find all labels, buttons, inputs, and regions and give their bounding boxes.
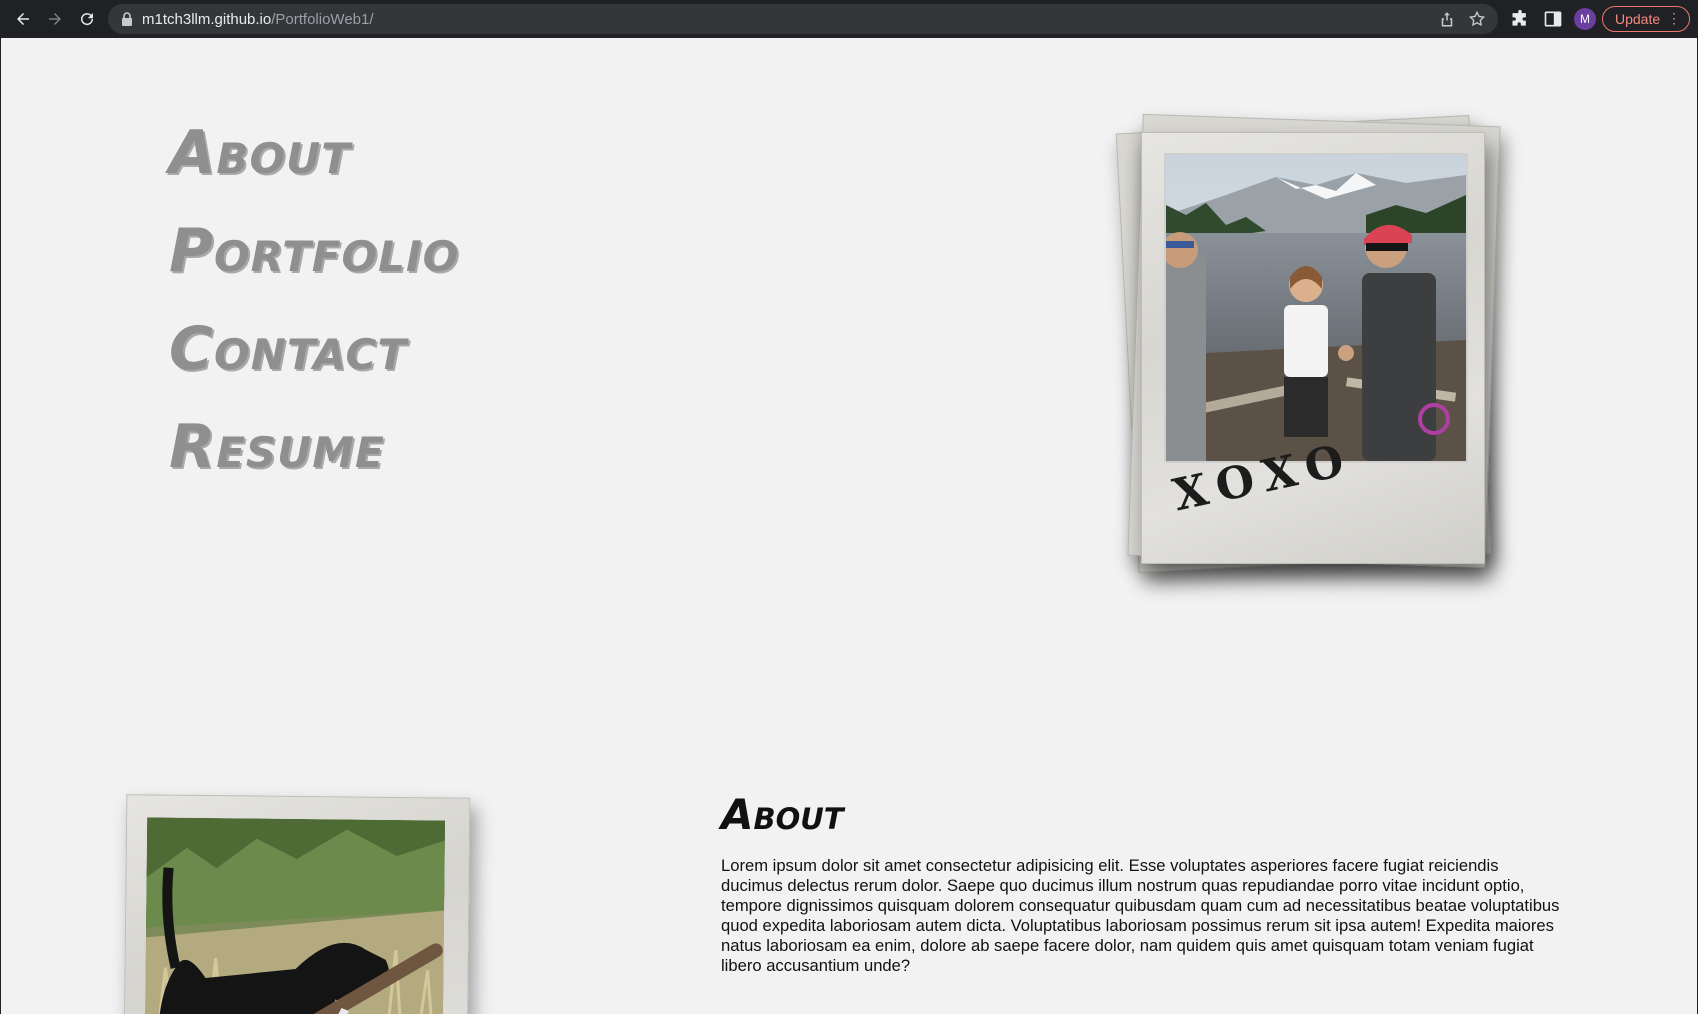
browser-toolbar: m1tch3llm.github.io/PortfolioWeb1/ M Upd… [0, 0, 1698, 39]
about-photo [144, 817, 446, 1014]
star-icon[interactable] [1468, 10, 1486, 28]
about-polaroid [123, 794, 471, 1014]
update-button[interactable]: Update ⋮ [1602, 6, 1690, 32]
dog-with-stick-image [144, 817, 446, 1014]
update-label: Update [1615, 11, 1661, 27]
address-bar[interactable]: m1tch3llm.github.io/PortfolioWeb1/ [108, 4, 1498, 34]
nav-about-link[interactable]: About [169, 118, 351, 188]
side-panel-icon[interactable] [1543, 9, 1563, 29]
back-icon[interactable] [10, 6, 36, 32]
url-host: m1tch3llm.github.io [142, 11, 272, 28]
hero-polaroid: XOXO [1141, 132, 1485, 564]
share-icon[interactable] [1438, 10, 1456, 28]
hero-photo [1164, 153, 1468, 463]
profile-avatar[interactable]: M [1574, 8, 1596, 30]
forward-icon[interactable] [42, 6, 68, 32]
extensions-icon[interactable] [1510, 9, 1530, 29]
nav-contact-link[interactable]: Contact [169, 314, 407, 384]
nav-portfolio-link[interactable]: Portfolio [169, 216, 459, 286]
about-heading: About [721, 790, 844, 839]
page-viewport: About Portfolio Contact Resume XOXO Abou… [1, 38, 1697, 1014]
menu-dots-icon: ⋮ [1667, 10, 1681, 26]
about-paragraph: Lorem ipsum dolor sit amet consectetur a… [721, 856, 1560, 975]
lake-hikers-image [1166, 155, 1466, 461]
nav-resume-link[interactable]: Resume [169, 412, 385, 482]
hero-polaroid-stack: XOXO [1113, 110, 1513, 580]
url-text: m1tch3llm.github.io/PortfolioWeb1/ [142, 11, 374, 28]
url-path: /PortfolioWeb1/ [271, 11, 374, 28]
reload-icon[interactable] [74, 6, 100, 32]
lock-icon [122, 12, 132, 26]
